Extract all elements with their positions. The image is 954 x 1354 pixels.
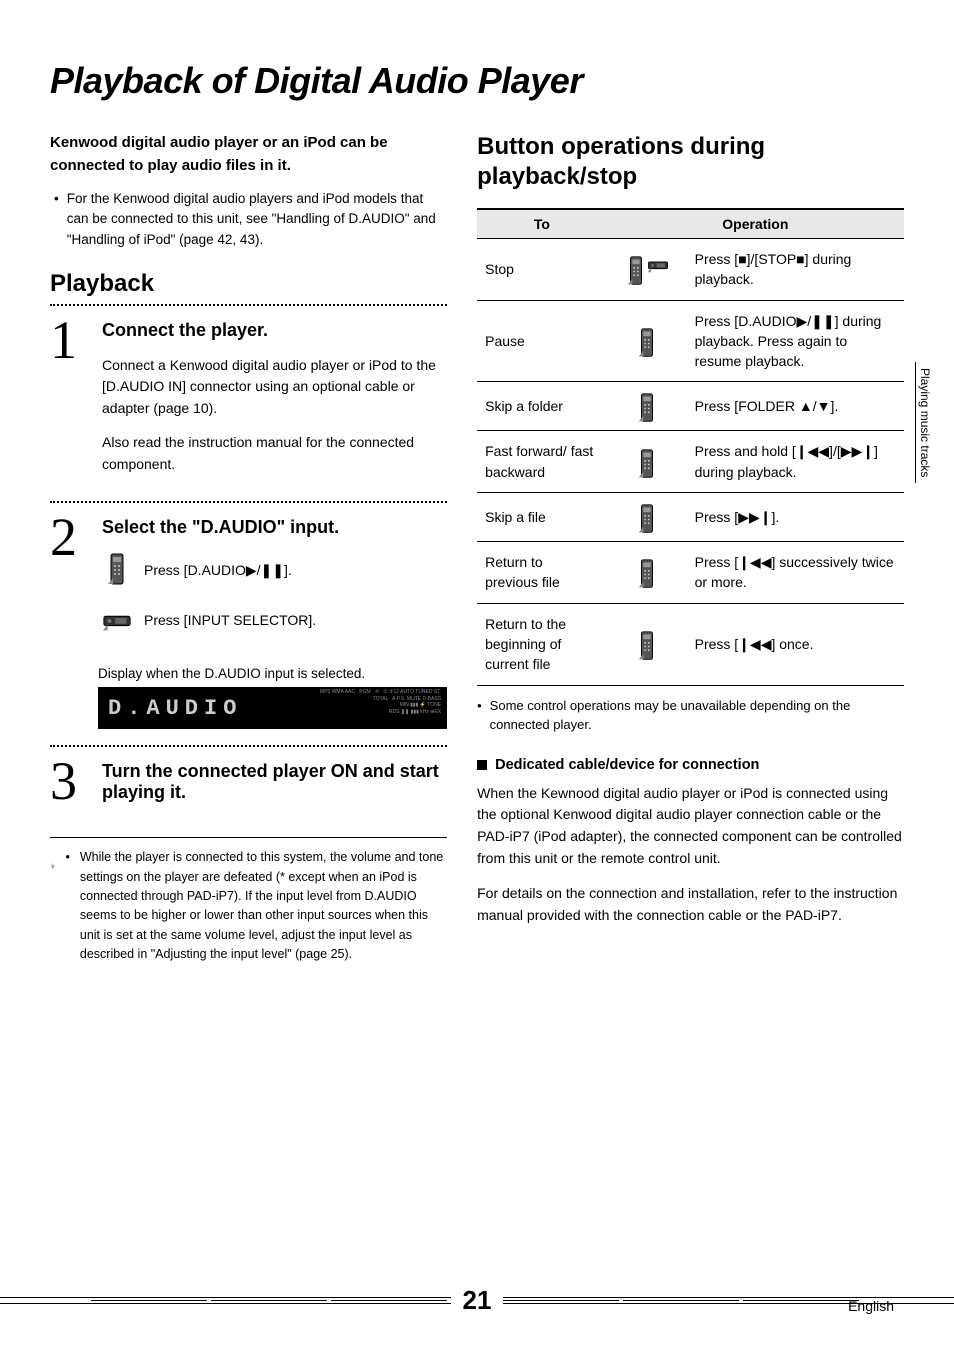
unit-icon (647, 255, 669, 283)
th-to: To (477, 209, 607, 239)
display-caption: Display when the D.AUDIO input is select… (98, 666, 447, 681)
playback-heading: Playback (50, 270, 447, 298)
page-number: 21 (463, 1285, 492, 1316)
remote-icon (625, 255, 647, 283)
step-1: 1 Connect the player. Connect a Kenwood … (50, 316, 447, 487)
divider (50, 304, 447, 306)
cell-operation: Press [■]/[STOP■] during playback. (687, 239, 904, 301)
step-text: Also read the instruction manual for the… (102, 432, 447, 475)
left-column: Kenwood digital audio player or an iPod … (50, 132, 447, 964)
display-text: D.AUDIO (108, 696, 242, 721)
remote-icon (636, 558, 658, 586)
sub-heading-text: Dedicated cable/device for connection (495, 757, 759, 773)
remote-icon (636, 327, 658, 355)
divider (50, 745, 447, 747)
bullet-dot: • (65, 848, 69, 964)
intro-bullet-text: For the Kenwood digital audio players an… (67, 189, 447, 250)
page-title: Playback of Digital Audio Player (50, 60, 904, 102)
step-number: 1 (50, 316, 90, 487)
cell-operation: Press [❙◀◀] once. (687, 603, 904, 685)
footer-language: English (848, 1298, 894, 1314)
step-title: Select the "D.AUDIO" input. (102, 517, 447, 538)
step-title: Turn the connected player ON and start p… (102, 761, 447, 803)
cell-operation: Press [D.AUDIO▶/❚❚] during playback. Pre… (687, 300, 904, 382)
bullet-dot: • (54, 189, 59, 250)
cell-to: Skip a folder (477, 382, 607, 431)
paragraph: When the Kewnood digital audio player or… (477, 783, 904, 870)
cell-to: Pause (477, 300, 607, 382)
table-row: Return to previous file Press [❙◀◀] succe… (477, 542, 904, 604)
table-row: Skip a file Press [▶▶❙]. (477, 493, 904, 542)
cell-icons (607, 300, 687, 382)
unit-text: Press [INPUT SELECTOR]. (144, 612, 316, 628)
unit-icon (102, 602, 132, 638)
remote-icon (636, 503, 658, 531)
table-row: Return to the beginning of current file P… (477, 603, 904, 685)
remote-icon (636, 630, 658, 658)
remote-icon (636, 392, 658, 420)
cell-operation: Press [FOLDER ▲/▼]. (687, 382, 904, 431)
remote-instruction: Press [D.AUDIO▶/❚❚]. (102, 552, 447, 588)
square-icon (477, 760, 487, 770)
step-2: 2 Select the "D.AUDIO" input. Press [D.A… (50, 513, 447, 652)
cell-to: Return to the beginning of current file (477, 603, 607, 685)
tip-box: • While the player is connected to this … (50, 837, 447, 964)
note: • Some control operations may be unavail… (477, 696, 904, 735)
cell-icons (607, 493, 687, 542)
right-column: Button operations during playback/stop T… (477, 132, 904, 964)
remote-icon (102, 552, 132, 588)
bulb-icon (50, 848, 55, 884)
operations-heading: Button operations during playback/stop (477, 132, 904, 192)
remote-icon (636, 448, 658, 476)
table-row: Fast forward/ fast backward Press and hol… (477, 431, 904, 493)
step-number: 2 (50, 513, 90, 652)
table-row: Skip a folder Press [FOLDER ▲/▼]. (477, 382, 904, 431)
cell-icons (607, 603, 687, 685)
display-panel: D.AUDIO MP3 WMA AAC PGM ⟲ ① ②12 AUTO TUN… (98, 687, 447, 729)
note-text: Some control operations may be unavailab… (490, 696, 904, 735)
cell-operation: Press [❙◀◀] successively twice or more. (687, 542, 904, 604)
step-3: 3 Turn the connected player ON and start… (50, 757, 447, 817)
remote-text: Press [D.AUDIO▶/❚❚]. (144, 562, 292, 579)
cell-to: Stop (477, 239, 607, 301)
cell-to: Skip a file (477, 493, 607, 542)
cell-icons (607, 431, 687, 493)
step-title: Connect the player. (102, 320, 447, 341)
step-text: Connect a Kenwood digital audio player o… (102, 355, 447, 420)
sub-heading: Dedicated cable/device for connection (477, 757, 904, 773)
intro-bold: Kenwood digital audio player or an iPod … (50, 132, 447, 177)
step-number: 3 (50, 757, 90, 817)
table-row: Stop Press [■]/[STOP■] during playback. (477, 239, 904, 301)
cell-operation: Press [▶▶❙]. (687, 493, 904, 542)
divider (50, 501, 447, 503)
cell-to: Fast forward/ fast backward (477, 431, 607, 493)
cell-icons (607, 382, 687, 431)
cell-icons (607, 542, 687, 604)
intro-bullet: • For the Kenwood digital audio players … (50, 189, 447, 250)
th-operation: Operation (607, 209, 904, 239)
tip-text: While the player is connected to this sy… (80, 848, 447, 964)
table-row: Pause Press [D.AUDIO▶/❚❚] during playback… (477, 300, 904, 382)
paragraph: For details on the connection and instal… (477, 883, 904, 926)
bullet-dot: • (477, 696, 482, 735)
cell-icons (607, 239, 687, 301)
footer: 21 (0, 1285, 954, 1316)
side-tab: Playing music tracks (915, 362, 934, 483)
cell-to: Return to previous file (477, 542, 607, 604)
unit-instruction: Press [INPUT SELECTOR]. (102, 602, 447, 638)
footer-rule-left (0, 1297, 451, 1304)
display-indicators: MP3 WMA AAC PGM ⟲ ① ②12 AUTO TUNED ST.TO… (320, 689, 441, 715)
cell-operation: Press and hold [❙◀◀]/[▶▶❙] during playba… (687, 431, 904, 493)
operations-table: To Operation Stop Press [■]/[STOP■] durin… (477, 208, 904, 686)
